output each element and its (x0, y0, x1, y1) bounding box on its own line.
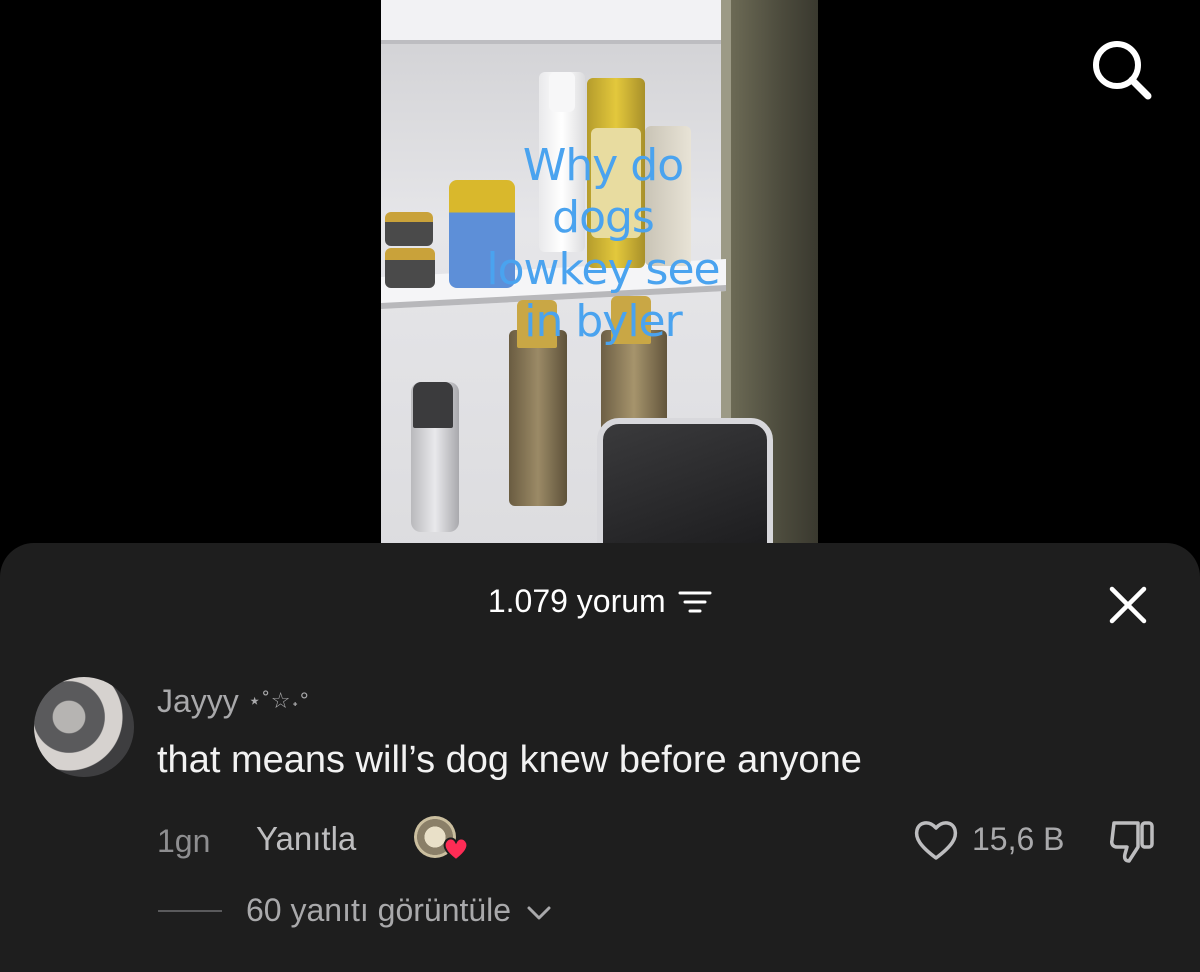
filter-icon[interactable] (678, 590, 712, 614)
username-decoration: ⋆˚☆˖° (247, 688, 310, 713)
avatar[interactable] (34, 677, 134, 777)
spray-bottle-top (549, 72, 575, 112)
shelf-top (381, 0, 741, 44)
close-icon[interactable] (1106, 583, 1150, 627)
like-count: 15,6 B (972, 821, 1065, 857)
search-icon[interactable] (1090, 38, 1154, 102)
comment-username[interactable]: Jayyy ⋆˚☆˖° (157, 683, 310, 720)
clear-bottle-cap (413, 382, 453, 428)
heart-icon (443, 837, 469, 862)
mist-bottle (509, 330, 567, 506)
dislike-icon[interactable] (1108, 817, 1158, 865)
view-replies-button[interactable]: 60 yanıtı görüntüle (246, 892, 552, 929)
video-caption-overlay: Why do dogs lowkey see in byler (486, 140, 720, 347)
video-player[interactable]: Why do dogs lowkey see in byler (381, 0, 818, 560)
phone (597, 418, 773, 560)
username-text: Jayyy (157, 683, 239, 719)
view-replies-label: 60 yanıtı görüntüle (246, 892, 512, 928)
reply-button[interactable]: Yanıtla (256, 820, 356, 858)
replies-divider (158, 910, 222, 912)
creator-liked-badge (414, 816, 470, 862)
comment-text: that means will’s dog knew before anyone (157, 739, 862, 781)
chevron-down-icon (527, 906, 551, 920)
comments-header: 1.079 yorum (0, 583, 1200, 623)
comment-timestamp: 1gn (157, 823, 211, 859)
comment-count: 1.079 yorum (487, 583, 666, 619)
like-icon[interactable] (912, 817, 960, 863)
comments-sheet: 1.079 yorum Jayyy ⋆˚☆˖° that means will’… (0, 543, 1200, 972)
